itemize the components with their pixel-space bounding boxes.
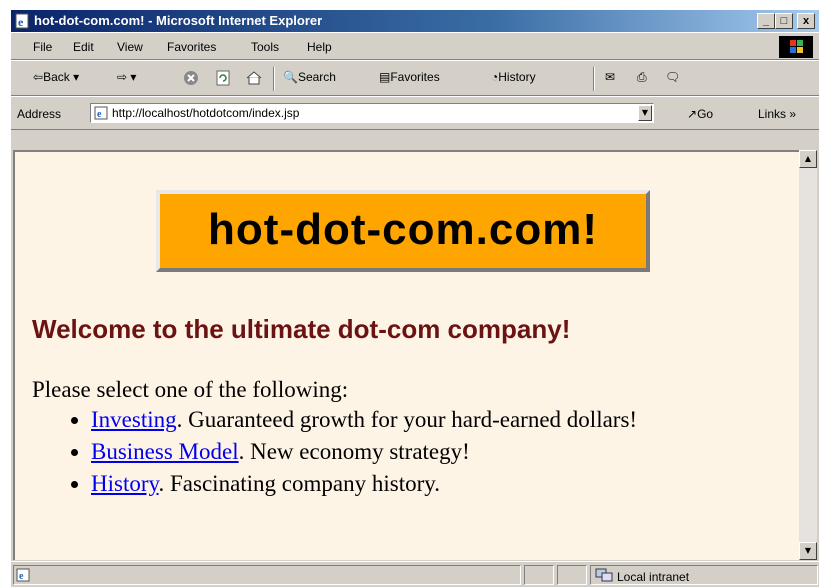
list-item-desc: . Guaranteed growth for your hard-earned…: [176, 407, 638, 432]
status-text-panel: e: [13, 565, 521, 585]
favorites-button[interactable]: ▤Favorites: [379, 70, 440, 84]
intranet-icon: [595, 568, 613, 582]
menu-help[interactable]: Help: [307, 40, 332, 54]
menu-tools[interactable]: Tools: [251, 40, 279, 54]
scroll-up-button[interactable]: ▲: [799, 150, 817, 168]
back-button[interactable]: ⇦Back ▾: [33, 70, 79, 84]
list-item: History. Fascinating company history.: [91, 468, 637, 500]
go-button[interactable]: ↗Go: [687, 107, 713, 121]
menu-file[interactable]: File: [33, 40, 52, 54]
list-item-desc: . New economy strategy!: [238, 439, 470, 464]
windows-logo-icon: [779, 36, 813, 58]
chevron-down-icon[interactable]: ▼: [638, 105, 652, 121]
search-icon: 🔍: [283, 70, 298, 84]
intro-text: Please select one of the following:: [32, 377, 349, 402]
address-input[interactable]: e http://localhost/hotdotcom/index.jsp ▼: [90, 103, 654, 123]
menu-bar: File Edit View Favorites Tools Help: [11, 32, 819, 60]
maximize-button[interactable]: □: [775, 13, 793, 29]
menu-view[interactable]: View: [117, 40, 143, 54]
svg-text:e: e: [97, 109, 102, 120]
forward-arrow-icon: ⇨: [117, 70, 128, 84]
menu-favorites[interactable]: Favorites: [167, 40, 216, 54]
status-panel: [557, 565, 587, 585]
minimize-button[interactable]: _: [757, 13, 775, 29]
search-button[interactable]: 🔍Search: [283, 70, 336, 84]
stop-icon: [184, 71, 198, 85]
address-label: Address: [17, 107, 62, 121]
toolbar-separator: [273, 67, 275, 91]
page-heading: Welcome to the ultimate dot-com company!: [32, 314, 571, 344]
history-button[interactable]: ◔History: [491, 70, 536, 84]
zone-panel: Local intranet: [590, 565, 818, 585]
menu-edit[interactable]: Edit: [73, 40, 94, 54]
stop-button[interactable]: [183, 70, 199, 89]
list-item: Business Model. New economy strategy!: [91, 436, 637, 468]
links-button[interactable]: Links »: [758, 107, 796, 121]
logo-text: hot-dot-com.com!: [208, 205, 598, 254]
svg-text:e: e: [19, 571, 24, 582]
address-bar: Address e http://localhost/hotdotcom/ind…: [11, 96, 819, 130]
browser-window: e hot-dot-com.com! - Microsoft Internet …: [11, 10, 819, 587]
standard-toolbar: ⇦Back ▾ ⇨ ▾ 🔍Search ▤Favorites ◔History …: [11, 60, 819, 96]
print-button[interactable]: ⎙: [637, 70, 647, 85]
status-panel: [524, 565, 554, 585]
site-logo: hot-dot-com.com!: [156, 190, 650, 272]
ie-page-icon: e: [16, 568, 30, 582]
home-icon: [246, 71, 262, 85]
go-arrow-icon: ↗: [687, 107, 698, 121]
list-item-desc: . Fascinating company history.: [158, 471, 441, 496]
address-url: http://localhost/hotdotcom/index.jsp: [112, 106, 300, 120]
window-title: hot-dot-com.com! - Microsoft Internet Ex…: [34, 13, 323, 28]
discuss-button[interactable]: 🗨: [665, 70, 680, 84]
home-button[interactable]: [245, 70, 263, 89]
mail-button[interactable]: ✉: [605, 70, 615, 84]
vertical-scrollbar[interactable]: ▲ ▼: [799, 150, 817, 560]
ie-page-icon: e: [15, 13, 29, 29]
discuss-icon: 🗨: [665, 70, 681, 84]
status-bar: e Local intranet: [11, 561, 819, 587]
toolbar-separator: [593, 67, 595, 91]
history-link[interactable]: History: [91, 471, 159, 496]
mail-icon: ✉: [605, 70, 616, 84]
print-icon: ⎙: [637, 70, 647, 84]
scroll-down-button[interactable]: ▼: [799, 542, 817, 560]
refresh-button[interactable]: [215, 70, 231, 89]
page-content: hot-dot-com.com! Welcome to the ultimate…: [13, 150, 799, 560]
svg-text:e: e: [18, 15, 24, 29]
nav-list: Investing. Guaranteed growth for your ha…: [73, 404, 637, 500]
forward-button[interactable]: ⇨ ▾: [117, 70, 136, 84]
back-arrow-icon: ⇦: [33, 70, 44, 84]
favorites-icon: ▤: [379, 70, 391, 84]
close-button[interactable]: x: [797, 13, 815, 29]
business-model-link[interactable]: Business Model: [91, 439, 239, 464]
list-item: Investing. Guaranteed growth for your ha…: [91, 404, 637, 436]
title-bar[interactable]: e hot-dot-com.com! - Microsoft Internet …: [11, 10, 819, 32]
refresh-icon: [216, 70, 230, 86]
investing-link[interactable]: Investing: [91, 407, 177, 432]
ie-page-icon: e: [94, 106, 108, 120]
